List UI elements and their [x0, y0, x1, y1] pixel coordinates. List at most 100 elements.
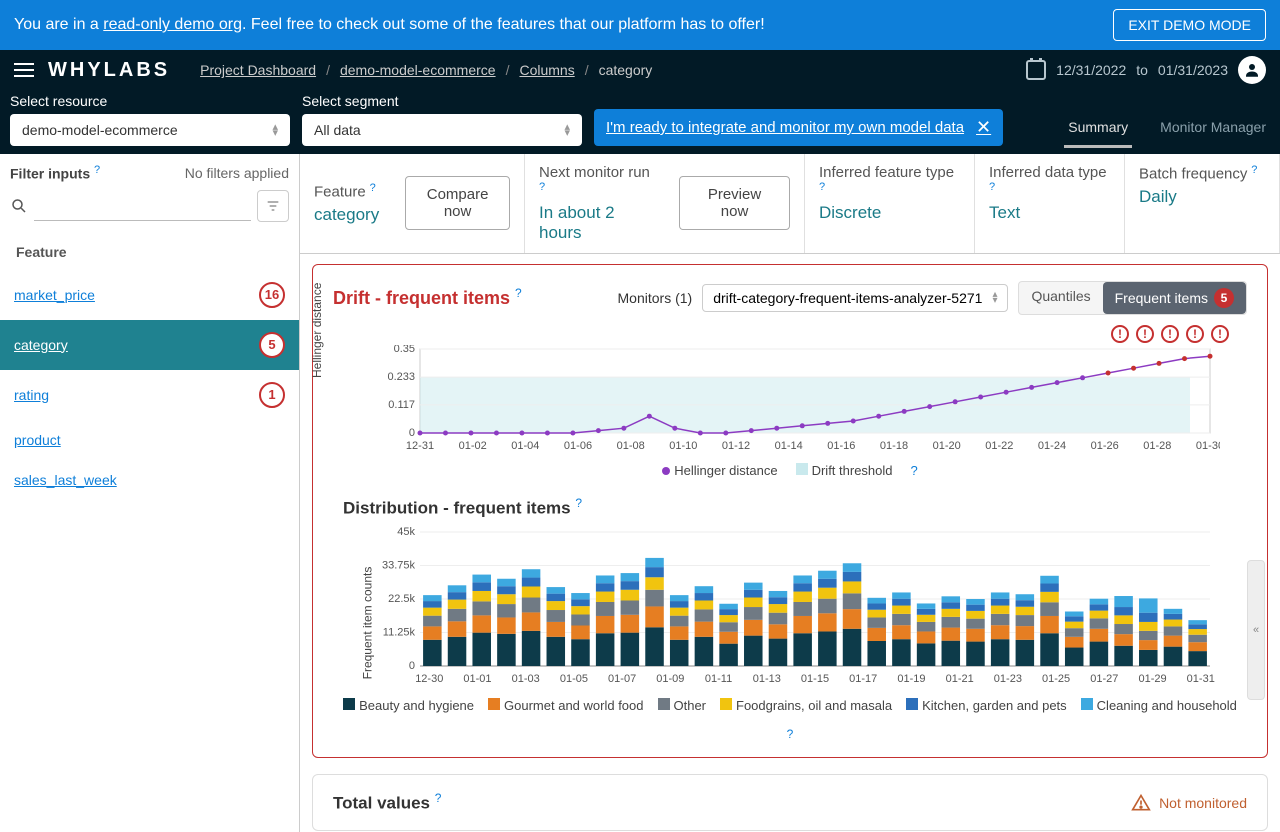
svg-text:01-06: 01-06 [564, 440, 592, 452]
svg-text:01-09: 01-09 [656, 673, 684, 685]
toggle-quantiles[interactable]: Quantiles [1019, 282, 1102, 314]
feature-name: category [14, 337, 68, 353]
sidebar-item-category[interactable]: category 5 [0, 320, 299, 370]
search-input[interactable] [34, 191, 251, 221]
help-icon[interactable]: ? [1251, 164, 1257, 176]
svg-text:0: 0 [409, 660, 415, 672]
svg-text:11.25k: 11.25k [383, 627, 416, 639]
help-icon[interactable]: ? [539, 181, 545, 193]
logo[interactable]: WHYLABS [48, 59, 170, 82]
svg-text:01-10: 01-10 [669, 440, 697, 452]
drift-title: Drift - frequent items ? [333, 286, 522, 309]
feature-type-label: Inferred feature type [819, 164, 954, 181]
svg-text:01-27: 01-27 [1090, 673, 1118, 685]
next-monitor-value: In about 2 hours [539, 203, 653, 243]
toggle-frequent-items[interactable]: Frequent items 5 [1103, 282, 1246, 314]
compare-now-button[interactable]: Compare now [405, 176, 510, 230]
monitors-count: Monitors (1) [618, 290, 693, 306]
calendar-icon[interactable] [1026, 60, 1046, 80]
svg-text:45k: 45k [397, 526, 415, 538]
chevron-updown-icon: ▴▾ [992, 292, 997, 304]
svg-text:01-28: 01-28 [1143, 440, 1171, 452]
content-area: Feature ? category Compare now Next moni… [300, 154, 1280, 832]
chevron-updown-icon: ▴▾ [564, 124, 570, 136]
resource-select[interactable]: demo-model-ecommerce ▴▾ [10, 114, 290, 146]
svg-text:22.5k: 22.5k [388, 593, 415, 605]
alert-icon[interactable]: ! [1186, 325, 1204, 343]
tab-summary[interactable]: Summary [1064, 109, 1132, 148]
feature-name: sales_last_week [14, 472, 117, 488]
alert-icon[interactable]: ! [1136, 325, 1154, 343]
help-icon[interactable]: ? [787, 727, 794, 741]
segment-label: Select segment [302, 93, 582, 109]
help-icon[interactable]: ? [515, 286, 522, 300]
close-icon[interactable]: ✕ [976, 117, 991, 138]
sidebar-item-product[interactable]: product [0, 420, 299, 460]
sidebar-item-market_price[interactable]: market_price16 [0, 270, 299, 320]
demo-banner: You are in a read-only demo org. Feel fr… [0, 0, 1280, 50]
svg-text:01-30: 01-30 [1196, 440, 1220, 452]
batch-freq-label: Batch frequency [1139, 166, 1247, 183]
svg-text:01-20: 01-20 [933, 440, 961, 452]
distribution-bar-chart[interactable]: 011.25k22.5k33.75k45k12-3001-0101-0301-0… [360, 518, 1220, 688]
preview-now-button[interactable]: Preview now [679, 176, 790, 230]
integrate-cta[interactable]: I'm ready to integrate and monitor my ow… [594, 109, 1003, 146]
svg-text:0.233: 0.233 [387, 371, 415, 383]
monitor-select[interactable]: drift-category-frequent-items-analyzer-5… [702, 284, 1008, 312]
svg-text:0.117: 0.117 [388, 399, 415, 411]
not-monitored-text: Not monitored [1159, 795, 1247, 811]
side-panel-handle[interactable]: « [1247, 560, 1265, 700]
monitor-select-value: drift-category-frequent-items-analyzer-5… [713, 290, 982, 306]
legend-item: Kitchen, garden and pets [906, 698, 1067, 713]
segment-select[interactable]: All data ▴▾ [302, 114, 582, 146]
help-icon[interactable]: ? [989, 181, 995, 193]
filter-inputs-label: Filter inputs ? [10, 164, 100, 182]
feature-name: market_price [14, 287, 95, 303]
sidebar-item-sales_last_week[interactable]: sales_last_week [0, 460, 299, 500]
breadcrumb-model[interactable]: demo-model-ecommerce [340, 62, 496, 78]
help-icon[interactable]: ? [94, 164, 100, 176]
svg-text:0.35: 0.35 [394, 345, 415, 355]
demo-org-link[interactable]: read-only demo org [103, 16, 242, 33]
breadcrumb-sep: / [326, 62, 330, 78]
help-icon[interactable]: ? [575, 496, 582, 510]
dist-y-axis-label: Frequent item counts [360, 566, 374, 679]
svg-text:01-08: 01-08 [617, 440, 645, 452]
svg-text:01-14: 01-14 [775, 440, 803, 452]
feature-count-badge: 5 [259, 332, 285, 358]
help-icon[interactable]: ? [819, 181, 825, 193]
date-to-word: to [1136, 62, 1148, 78]
help-icon[interactable]: ? [370, 182, 376, 194]
date-from[interactable]: 12/31/2022 [1056, 62, 1126, 78]
date-to[interactable]: 01/31/2023 [1158, 62, 1228, 78]
sidebar-item-rating[interactable]: rating1 [0, 370, 299, 420]
alert-icon[interactable]: ! [1161, 325, 1179, 343]
feature-type-value: Discrete [819, 203, 960, 223]
resource-value: demo-model-ecommerce [22, 122, 178, 138]
help-icon[interactable]: ? [911, 463, 918, 478]
demo-banner-text: You are in a read-only demo org. Feel fr… [14, 16, 765, 34]
filter-button[interactable] [257, 190, 289, 222]
alert-icon[interactable]: ! [1211, 325, 1229, 343]
help-icon[interactable]: ? [435, 791, 442, 805]
avatar[interactable] [1238, 56, 1266, 84]
breadcrumb-project[interactable]: Project Dashboard [200, 62, 316, 78]
sidebar: Filter inputs ? No filters applied Featu… [0, 154, 300, 832]
search-icon [10, 197, 28, 215]
hamburger-icon[interactable] [14, 63, 34, 77]
svg-text:01-23: 01-23 [994, 673, 1022, 685]
drift-line-chart[interactable]: 00.1170.2330.3512-3101-0201-0401-0601-08… [360, 345, 1220, 455]
alert-icon[interactable]: ! [1111, 325, 1129, 343]
svg-text:01-17: 01-17 [849, 673, 877, 685]
svg-text:01-04: 01-04 [511, 440, 539, 452]
chart-toggle: Quantiles Frequent items 5 [1018, 281, 1247, 315]
svg-text:01-21: 01-21 [946, 673, 974, 685]
tab-monitor-manager[interactable]: Monitor Manager [1156, 109, 1270, 148]
resource-label: Select resource [10, 93, 290, 109]
distribution-title: Distribution - frequent items ? [343, 496, 1247, 519]
legend-item: Beauty and hygiene [343, 698, 474, 713]
toggle-label: Frequent items [1115, 290, 1208, 306]
breadcrumb-columns[interactable]: Columns [519, 62, 574, 78]
exit-demo-button[interactable]: EXIT DEMO MODE [1113, 9, 1266, 41]
svg-text:01-12: 01-12 [722, 440, 750, 452]
